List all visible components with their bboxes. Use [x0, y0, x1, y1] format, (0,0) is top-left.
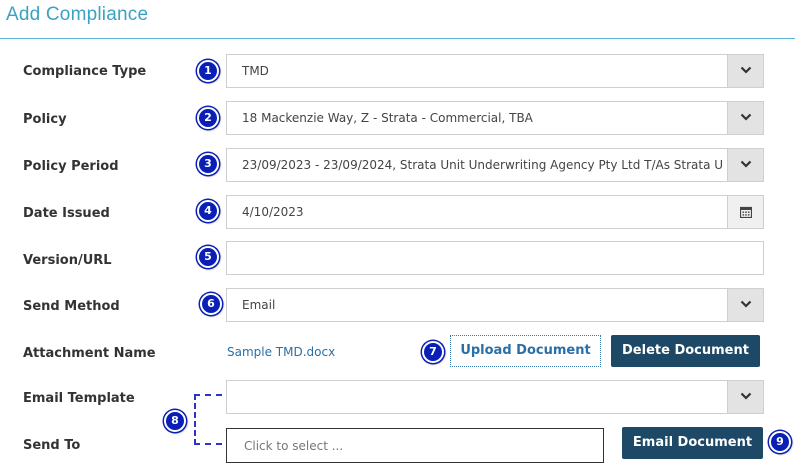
date-issued-input[interactable]: 4/10/2023: [226, 195, 764, 229]
attachment-file-link[interactable]: Sample TMD.docx: [227, 345, 335, 359]
email-template-select[interactable]: [226, 380, 764, 414]
send-method-label: Send Method: [23, 299, 120, 314]
policy-period-value: 23/09/2023 - 23/09/2024, Strata Unit Und…: [242, 158, 722, 172]
send-method-select[interactable]: Email: [226, 288, 764, 322]
version-url-input[interactable]: [226, 241, 764, 275]
step-badge-1: 1: [197, 60, 219, 82]
chevron-down-icon: [740, 392, 752, 400]
send-method-dropdown-button[interactable]: [727, 289, 763, 321]
compliance-type-value: TMD: [242, 64, 269, 78]
date-issued-label: Date Issued: [23, 206, 110, 221]
email-template-dropdown-button[interactable]: [727, 381, 763, 413]
policy-label: Policy: [23, 112, 67, 127]
policy-period-select[interactable]: 23/09/2023 - 23/09/2024, Strata Unit Und…: [226, 148, 764, 182]
attachment-name-label: Attachment Name: [23, 346, 156, 361]
step-badge-5: 5: [197, 246, 219, 268]
dashed-bracket: [194, 394, 222, 445]
send-to-label: Send To: [23, 438, 81, 453]
chevron-down-icon: [740, 300, 752, 308]
step-badge-6: 6: [200, 293, 222, 315]
date-picker-button[interactable]: [727, 196, 763, 228]
compliance-type-label: Compliance Type: [23, 64, 147, 79]
policy-period-dropdown-button[interactable]: [727, 149, 763, 181]
policy-period-label: Policy Period: [23, 159, 119, 174]
delete-document-button[interactable]: Delete Document: [611, 335, 760, 367]
step-badge-3: 3: [197, 153, 219, 175]
upload-document-button[interactable]: Upload Document: [450, 335, 601, 367]
step-badge-4: 4: [197, 200, 219, 222]
compliance-type-select[interactable]: TMD: [226, 54, 764, 88]
chevron-down-icon: [740, 113, 752, 121]
policy-select[interactable]: 18 Mackenzie Way, Z - Strata - Commercia…: [226, 101, 764, 135]
compliance-type-dropdown-button[interactable]: [727, 55, 763, 87]
send-to-placeholder: Click to select ...: [244, 439, 344, 453]
chevron-down-icon: [740, 66, 752, 74]
send-to-input[interactable]: Click to select ...: [226, 428, 604, 463]
send-method-value: Email: [242, 298, 276, 312]
policy-dropdown-button[interactable]: [727, 102, 763, 134]
page-title: Add Compliance: [6, 4, 149, 25]
step-badge-2: 2: [197, 107, 219, 129]
date-issued-value: 4/10/2023: [242, 205, 304, 219]
version-url-label: Version/URL: [23, 253, 112, 268]
title-divider: [0, 38, 795, 39]
calendar-icon: [740, 206, 752, 218]
step-badge-7: 7: [422, 341, 444, 363]
chevron-down-icon: [740, 160, 752, 168]
policy-value: 18 Mackenzie Way, Z - Strata - Commercia…: [242, 111, 533, 125]
step-badge-8: 8: [164, 410, 186, 432]
email-document-button[interactable]: Email Document: [622, 427, 763, 459]
step-badge-9: 9: [769, 431, 791, 453]
email-template-label: Email Template: [23, 391, 135, 406]
